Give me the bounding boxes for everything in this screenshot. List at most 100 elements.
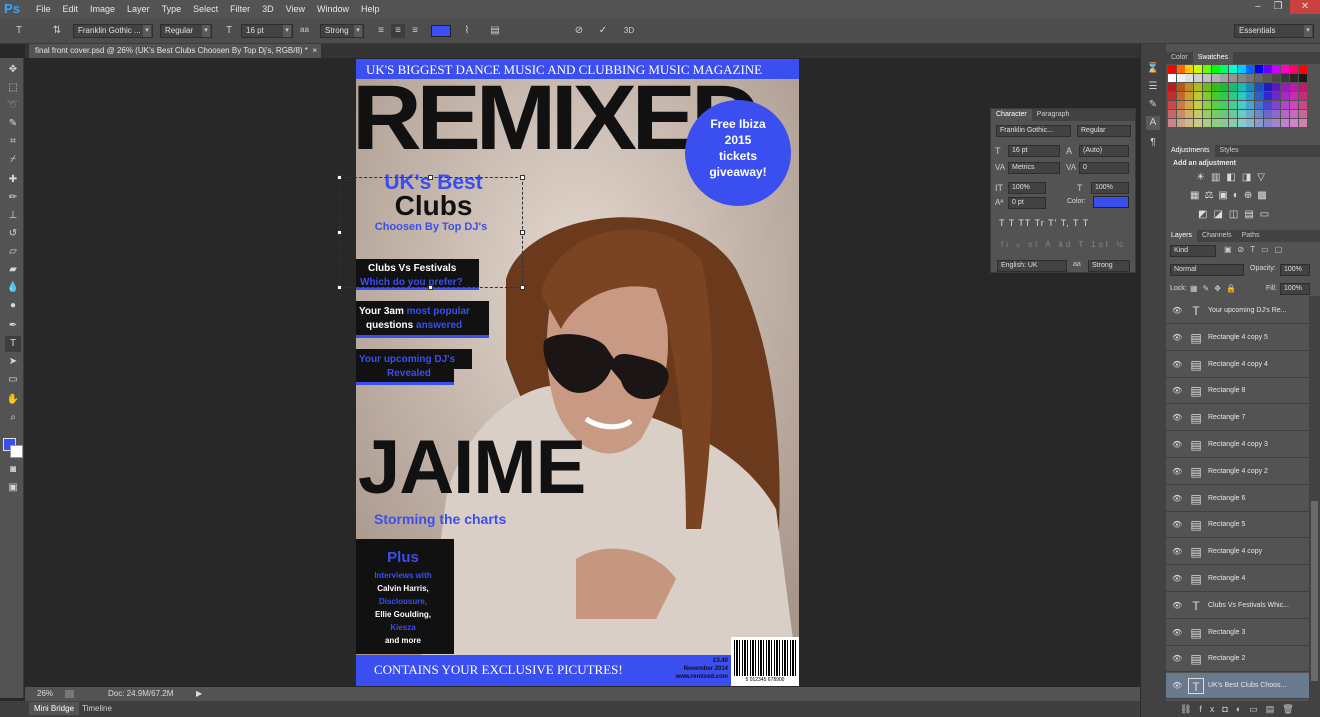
visibility-eye-icon[interactable]: 👁 <box>1172 681 1182 691</box>
magazine-cover[interactable]: UK'S BIGGEST DANCE MUSIC AND CLUBBING MU… <box>356 59 799 686</box>
color-swatch[interactable] <box>1263 83 1272 91</box>
color-swatch[interactable] <box>1220 83 1229 91</box>
swatches-grid[interactable] <box>1168 65 1308 131</box>
color-swatch[interactable] <box>1228 110 1237 118</box>
color-swatch[interactable] <box>1194 92 1203 100</box>
color-swatch[interactable] <box>1255 119 1263 127</box>
char-tracking-field[interactable]: 0 <box>1079 162 1129 174</box>
color-swatch[interactable] <box>1185 65 1194 73</box>
eyedropper-tool-icon[interactable]: ⌿ <box>5 152 21 168</box>
rectangle-tool-icon[interactable]: ▭ <box>5 372 21 388</box>
color-swatch[interactable] <box>1281 110 1290 118</box>
tab-swatches[interactable]: Swatches <box>1192 52 1234 64</box>
color-swatch[interactable] <box>1211 110 1220 118</box>
layer-name[interactable]: Your upcoming DJ's Re... <box>1208 298 1308 324</box>
char-size-field[interactable]: 16 pt <box>1008 145 1060 157</box>
color-swatch[interactable] <box>1228 92 1237 100</box>
color-swatch[interactable] <box>1176 83 1185 91</box>
antialias-select[interactable]: Strong <box>320 24 364 38</box>
color-swatch[interactable] <box>1211 101 1220 109</box>
color-swatch[interactable] <box>1228 83 1237 91</box>
background-color-swatch[interactable] <box>10 445 23 458</box>
color-swatch[interactable] <box>1298 110 1307 118</box>
color-swatch[interactable] <box>1176 65 1185 73</box>
color-swatch[interactable] <box>1263 101 1272 109</box>
color-swatch[interactable] <box>1289 119 1298 127</box>
layer-row[interactable]: 👁 ▤ Rectangle 3 <box>1166 620 1309 646</box>
bbox-handle[interactable] <box>428 175 433 180</box>
color-swatch[interactable] <box>1220 65 1229 73</box>
char-color-swatch[interactable] <box>1093 196 1129 208</box>
brush-tool-icon[interactable]: ✏ <box>5 190 21 206</box>
color-swatch[interactable] <box>1211 119 1220 127</box>
text-bounding-box[interactable] <box>339 177 523 288</box>
color-swatch[interactable] <box>1281 101 1290 109</box>
bbox-handle[interactable] <box>520 175 525 180</box>
color-swatch[interactable] <box>1194 101 1203 109</box>
color-swatch[interactable] <box>1272 101 1281 109</box>
color-swatch[interactable] <box>1237 101 1246 109</box>
zoom-tool-icon[interactable]: ⌕ <box>5 410 21 426</box>
color-swatch[interactable] <box>1255 110 1263 118</box>
color-swatch[interactable] <box>1202 119 1211 127</box>
color-swatch[interactable] <box>1220 74 1229 82</box>
color-swatch[interactable] <box>1255 65 1263 73</box>
history-panel-icon[interactable]: ⌛ <box>1146 62 1160 76</box>
color-swatch[interactable] <box>1228 74 1237 82</box>
color-swatch[interactable] <box>1255 83 1263 91</box>
layer-row[interactable]: 👁 ▤ Rectangle 4 copy <box>1166 539 1309 566</box>
bbox-handle[interactable] <box>520 285 525 290</box>
visibility-eye-icon[interactable]: 👁 <box>1172 547 1182 557</box>
gradient-tool-icon[interactable]: ▰ <box>5 262 21 278</box>
color-swatch[interactable] <box>1168 74 1176 82</box>
color-swatch[interactable] <box>1220 92 1229 100</box>
visibility-eye-icon[interactable]: 👁 <box>1172 333 1182 343</box>
color-swatch[interactable] <box>1298 74 1307 82</box>
color-swatch[interactable] <box>1289 83 1298 91</box>
char-opentype-buttons[interactable]: fi ℴ st A ād T 1st ½ <box>1001 240 1126 249</box>
bbox-handle[interactable] <box>337 285 342 290</box>
color-swatch[interactable] <box>1246 65 1255 73</box>
color-swatch[interactable] <box>1237 119 1246 127</box>
layer-row[interactable]: 👁 ▤ Rectangle 4 copy 2 <box>1166 459 1309 485</box>
color-swatch[interactable] <box>1202 92 1211 100</box>
menu-3d[interactable]: 3D <box>256 0 280 18</box>
visibility-eye-icon[interactable]: 👁 <box>1172 654 1182 664</box>
color-swatch[interactable] <box>1176 92 1185 100</box>
layer-filter-icons[interactable]: ▣⊘T▭▢ <box>1224 245 1288 254</box>
color-swatch[interactable] <box>1237 92 1246 100</box>
color-swatch[interactable] <box>1220 110 1229 118</box>
color-swatch[interactable] <box>1185 119 1194 127</box>
blend-mode-select[interactable]: Normal <box>1170 264 1244 276</box>
visibility-eye-icon[interactable]: 👁 <box>1172 467 1182 477</box>
color-swatch[interactable] <box>1211 83 1220 91</box>
type-tool-preset-icon[interactable]: T <box>12 24 26 38</box>
color-swatch[interactable] <box>1168 65 1176 73</box>
char-font-select[interactable]: Franklin Gothic... <box>996 125 1071 137</box>
brush-panel-icon[interactable]: ✎ <box>1146 98 1160 112</box>
layer-row[interactable]: 👁 T Your upcoming DJ's Re... <box>1166 298 1309 324</box>
tab-color[interactable]: Color <box>1166 52 1193 64</box>
workspace-select[interactable]: Essentials <box>1234 24 1314 38</box>
layer-row[interactable]: 👁 ▤ Rectangle 2 <box>1166 646 1309 673</box>
color-swatch[interactable] <box>1272 74 1281 82</box>
visibility-eye-icon[interactable]: 👁 <box>1172 628 1182 638</box>
font-size-select[interactable]: 16 pt <box>241 24 293 38</box>
menu-select[interactable]: Select <box>187 0 224 18</box>
color-swatch[interactable] <box>1168 119 1176 127</box>
color-swatch[interactable] <box>1246 119 1255 127</box>
zoom-level[interactable]: 26% <box>37 687 53 701</box>
warp-text-icon[interactable]: ⌇ <box>460 24 474 38</box>
fill-field[interactable]: 100% <box>1280 283 1310 295</box>
type-tool-icon[interactable]: T <box>5 336 21 352</box>
color-swatch[interactable] <box>1298 119 1307 127</box>
bbox-handle[interactable] <box>520 230 525 235</box>
menu-view[interactable]: View <box>280 0 311 18</box>
color-swatch[interactable] <box>1298 65 1307 73</box>
color-swatch[interactable] <box>1281 74 1290 82</box>
menu-image[interactable]: Image <box>84 0 121 18</box>
marquee-tool-icon[interactable]: ⬚ <box>5 80 21 96</box>
status-icon[interactable] <box>65 690 74 698</box>
tab-adjustments[interactable]: Adjustments <box>1166 145 1215 157</box>
layer-row[interactable]: 👁 ▤ Rectangle 5 <box>1166 512 1309 539</box>
